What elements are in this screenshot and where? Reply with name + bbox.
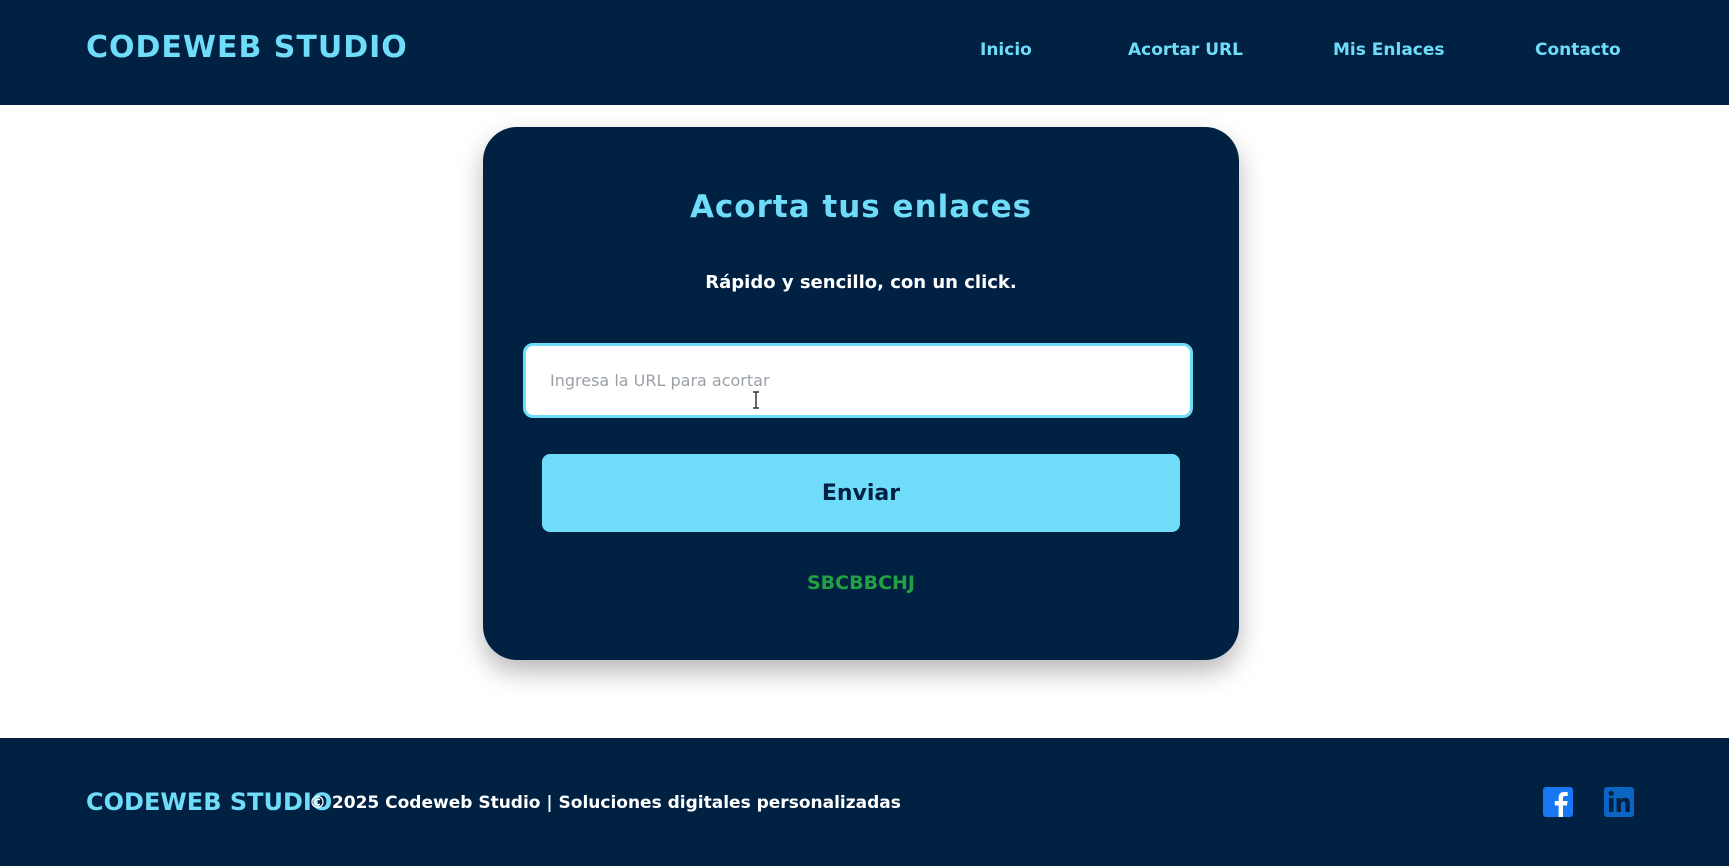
footer-brand[interactable]: CODEWEB STUDIO: [86, 788, 332, 816]
facebook-icon[interactable]: [1543, 787, 1573, 817]
short-code-result: SBCBBCHJ: [807, 572, 915, 594]
brand-logo[interactable]: CODEWEB STUDIO: [86, 30, 408, 65]
site-footer: CODEWEB STUDIO © 2025 Codeweb Studio | S…: [0, 738, 1729, 866]
nav-contacto[interactable]: Contacto: [1535, 40, 1621, 60]
text-cursor-icon: [753, 391, 759, 409]
card-subtitle: Rápido y sencillo, con un click.: [705, 272, 1017, 293]
linkedin-icon[interactable]: [1604, 787, 1634, 817]
url-input[interactable]: [523, 343, 1193, 418]
nav-acortar-url[interactable]: Acortar URL: [1128, 40, 1243, 60]
card-title: Acorta tus enlaces: [689, 189, 1033, 225]
nav-inicio[interactable]: Inicio: [980, 40, 1032, 60]
site-header: CODEWEB STUDIO Inicio Acortar URL Mis En…: [0, 0, 1729, 105]
nav-mis-enlaces[interactable]: Mis Enlaces: [1333, 40, 1445, 60]
send-button[interactable]: Enviar: [542, 454, 1180, 532]
footer-copyright: © 2025 Codeweb Studio | Soluciones digit…: [309, 793, 901, 813]
shortener-card: Acorta tus enlaces Rápido y sencillo, co…: [483, 127, 1239, 660]
